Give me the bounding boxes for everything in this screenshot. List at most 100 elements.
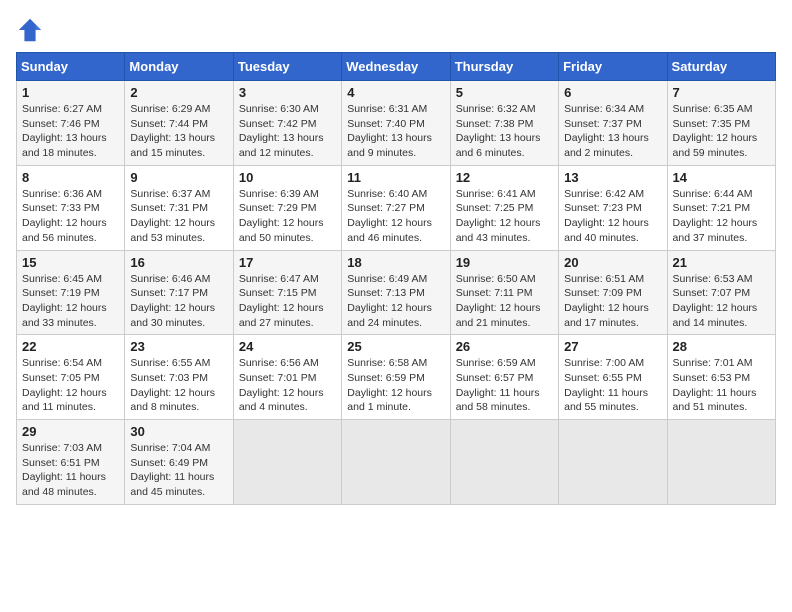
calendar-cell: 3 Sunrise: 6:30 AMSunset: 7:42 PMDaylight… xyxy=(233,81,341,166)
day-info: Sunrise: 6:35 AMSunset: 7:35 PMDaylight:… xyxy=(673,102,770,161)
calendar-week-3: 15 Sunrise: 6:45 AMSunset: 7:19 PMDayligh… xyxy=(17,250,776,335)
day-number: 29 xyxy=(22,424,119,439)
day-info: Sunrise: 7:04 AMSunset: 6:49 PMDaylight:… xyxy=(130,441,227,500)
day-info: Sunrise: 6:42 AMSunset: 7:23 PMDaylight:… xyxy=(564,187,661,246)
calendar-cell: 26 Sunrise: 6:59 AMSunset: 6:57 PMDayligh… xyxy=(450,335,558,420)
day-info: Sunrise: 6:45 AMSunset: 7:19 PMDaylight:… xyxy=(22,272,119,331)
day-number: 8 xyxy=(22,170,119,185)
day-info: Sunrise: 6:32 AMSunset: 7:38 PMDaylight:… xyxy=(456,102,553,161)
day-info: Sunrise: 6:51 AMSunset: 7:09 PMDaylight:… xyxy=(564,272,661,331)
day-info: Sunrise: 6:30 AMSunset: 7:42 PMDaylight:… xyxy=(239,102,336,161)
day-info: Sunrise: 6:37 AMSunset: 7:31 PMDaylight:… xyxy=(130,187,227,246)
day-info: Sunrise: 6:41 AMSunset: 7:25 PMDaylight:… xyxy=(456,187,553,246)
calendar-cell xyxy=(233,420,341,505)
calendar-cell: 17 Sunrise: 6:47 AMSunset: 7:15 PMDayligh… xyxy=(233,250,341,335)
day-number: 3 xyxy=(239,85,336,100)
day-info: Sunrise: 6:50 AMSunset: 7:11 PMDaylight:… xyxy=(456,272,553,331)
day-info: Sunrise: 6:54 AMSunset: 7:05 PMDaylight:… xyxy=(22,356,119,415)
calendar-cell xyxy=(559,420,667,505)
calendar-cell: 19 Sunrise: 6:50 AMSunset: 7:11 PMDayligh… xyxy=(450,250,558,335)
day-number: 5 xyxy=(456,85,553,100)
day-number: 6 xyxy=(564,85,661,100)
day-number: 4 xyxy=(347,85,444,100)
day-number: 15 xyxy=(22,255,119,270)
day-number: 7 xyxy=(673,85,770,100)
calendar-cell: 9 Sunrise: 6:37 AMSunset: 7:31 PMDaylight… xyxy=(125,165,233,250)
day-number: 17 xyxy=(239,255,336,270)
day-number: 2 xyxy=(130,85,227,100)
day-info: Sunrise: 6:53 AMSunset: 7:07 PMDaylight:… xyxy=(673,272,770,331)
day-number: 27 xyxy=(564,339,661,354)
day-number: 1 xyxy=(22,85,119,100)
day-info: Sunrise: 7:01 AMSunset: 6:53 PMDaylight:… xyxy=(673,356,770,415)
calendar-cell: 5 Sunrise: 6:32 AMSunset: 7:38 PMDaylight… xyxy=(450,81,558,166)
day-number: 10 xyxy=(239,170,336,185)
column-header-thursday: Thursday xyxy=(450,53,558,81)
day-info: Sunrise: 6:58 AMSunset: 6:59 PMDaylight:… xyxy=(347,356,444,415)
calendar-cell: 28 Sunrise: 7:01 AMSunset: 6:53 PMDayligh… xyxy=(667,335,775,420)
day-info: Sunrise: 7:03 AMSunset: 6:51 PMDaylight:… xyxy=(22,441,119,500)
calendar-week-5: 29 Sunrise: 7:03 AMSunset: 6:51 PMDayligh… xyxy=(17,420,776,505)
day-number: 28 xyxy=(673,339,770,354)
page-header xyxy=(16,16,776,44)
calendar-cell: 4 Sunrise: 6:31 AMSunset: 7:40 PMDaylight… xyxy=(342,81,450,166)
calendar-week-4: 22 Sunrise: 6:54 AMSunset: 7:05 PMDayligh… xyxy=(17,335,776,420)
calendar-cell: 13 Sunrise: 6:42 AMSunset: 7:23 PMDayligh… xyxy=(559,165,667,250)
day-number: 25 xyxy=(347,339,444,354)
calendar-cell: 8 Sunrise: 6:36 AMSunset: 7:33 PMDaylight… xyxy=(17,165,125,250)
day-info: Sunrise: 6:47 AMSunset: 7:15 PMDaylight:… xyxy=(239,272,336,331)
calendar-cell: 16 Sunrise: 6:46 AMSunset: 7:17 PMDayligh… xyxy=(125,250,233,335)
day-number: 26 xyxy=(456,339,553,354)
calendar-cell: 7 Sunrise: 6:35 AMSunset: 7:35 PMDaylight… xyxy=(667,81,775,166)
calendar-cell: 6Sunrise: 6:34 AMSunset: 7:37 PMDaylight… xyxy=(559,81,667,166)
calendar-cell: 23 Sunrise: 6:55 AMSunset: 7:03 PMDayligh… xyxy=(125,335,233,420)
calendar-week-1: 1 Sunrise: 6:27 AMSunset: 7:46 PMDaylight… xyxy=(17,81,776,166)
day-info: Sunrise: 6:44 AMSunset: 7:21 PMDaylight:… xyxy=(673,187,770,246)
calendar-cell: 15 Sunrise: 6:45 AMSunset: 7:19 PMDayligh… xyxy=(17,250,125,335)
calendar-cell: 24Sunrise: 6:56 AMSunset: 7:01 PMDayligh… xyxy=(233,335,341,420)
day-number: 24 xyxy=(239,339,336,354)
day-number: 23 xyxy=(130,339,227,354)
calendar-cell: 2 Sunrise: 6:29 AMSunset: 7:44 PMDaylight… xyxy=(125,81,233,166)
column-header-friday: Friday xyxy=(559,53,667,81)
day-info: Sunrise: 6:29 AMSunset: 7:44 PMDaylight:… xyxy=(130,102,227,161)
calendar-table: SundayMondayTuesdayWednesdayThursdayFrid… xyxy=(16,52,776,505)
day-number: 12 xyxy=(456,170,553,185)
day-number: 14 xyxy=(673,170,770,185)
day-number: 20 xyxy=(564,255,661,270)
calendar-cell xyxy=(342,420,450,505)
day-info: Sunrise: 6:39 AMSunset: 7:29 PMDaylight:… xyxy=(239,187,336,246)
day-info: Sunrise: 6:59 AMSunset: 6:57 PMDaylight:… xyxy=(456,356,553,415)
day-info: Sunrise: 6:31 AMSunset: 7:40 PMDaylight:… xyxy=(347,102,444,161)
logo xyxy=(16,16,48,44)
calendar-cell: 18 Sunrise: 6:49 AMSunset: 7:13 PMDayligh… xyxy=(342,250,450,335)
day-number: 30 xyxy=(130,424,227,439)
day-number: 22 xyxy=(22,339,119,354)
day-number: 9 xyxy=(130,170,227,185)
day-info: Sunrise: 6:36 AMSunset: 7:33 PMDaylight:… xyxy=(22,187,119,246)
day-info: Sunrise: 6:27 AMSunset: 7:46 PMDaylight:… xyxy=(22,102,119,161)
column-header-wednesday: Wednesday xyxy=(342,53,450,81)
day-number: 13 xyxy=(564,170,661,185)
calendar-cell: 29 Sunrise: 7:03 AMSunset: 6:51 PMDayligh… xyxy=(17,420,125,505)
calendar-cell xyxy=(450,420,558,505)
calendar-week-2: 8 Sunrise: 6:36 AMSunset: 7:33 PMDaylight… xyxy=(17,165,776,250)
day-number: 16 xyxy=(130,255,227,270)
day-number: 19 xyxy=(456,255,553,270)
column-header-monday: Monday xyxy=(125,53,233,81)
day-info: Sunrise: 6:46 AMSunset: 7:17 PMDaylight:… xyxy=(130,272,227,331)
day-number: 18 xyxy=(347,255,444,270)
calendar-cell: 14 Sunrise: 6:44 AMSunset: 7:21 PMDayligh… xyxy=(667,165,775,250)
calendar-cell: 25 Sunrise: 6:58 AMSunset: 6:59 PMDayligh… xyxy=(342,335,450,420)
day-info: Sunrise: 7:00 AMSunset: 6:55 PMDaylight:… xyxy=(564,356,661,415)
column-header-saturday: Saturday xyxy=(667,53,775,81)
day-info: Sunrise: 6:55 AMSunset: 7:03 PMDaylight:… xyxy=(130,356,227,415)
calendar-cell: 10 Sunrise: 6:39 AMSunset: 7:29 PMDayligh… xyxy=(233,165,341,250)
day-info: Sunrise: 6:49 AMSunset: 7:13 PMDaylight:… xyxy=(347,272,444,331)
calendar-header-row: SundayMondayTuesdayWednesdayThursdayFrid… xyxy=(17,53,776,81)
column-header-tuesday: Tuesday xyxy=(233,53,341,81)
calendar-cell: 27 Sunrise: 7:00 AMSunset: 6:55 PMDayligh… xyxy=(559,335,667,420)
calendar-cell xyxy=(667,420,775,505)
calendar-cell: 12 Sunrise: 6:41 AMSunset: 7:25 PMDayligh… xyxy=(450,165,558,250)
day-number: 11 xyxy=(347,170,444,185)
